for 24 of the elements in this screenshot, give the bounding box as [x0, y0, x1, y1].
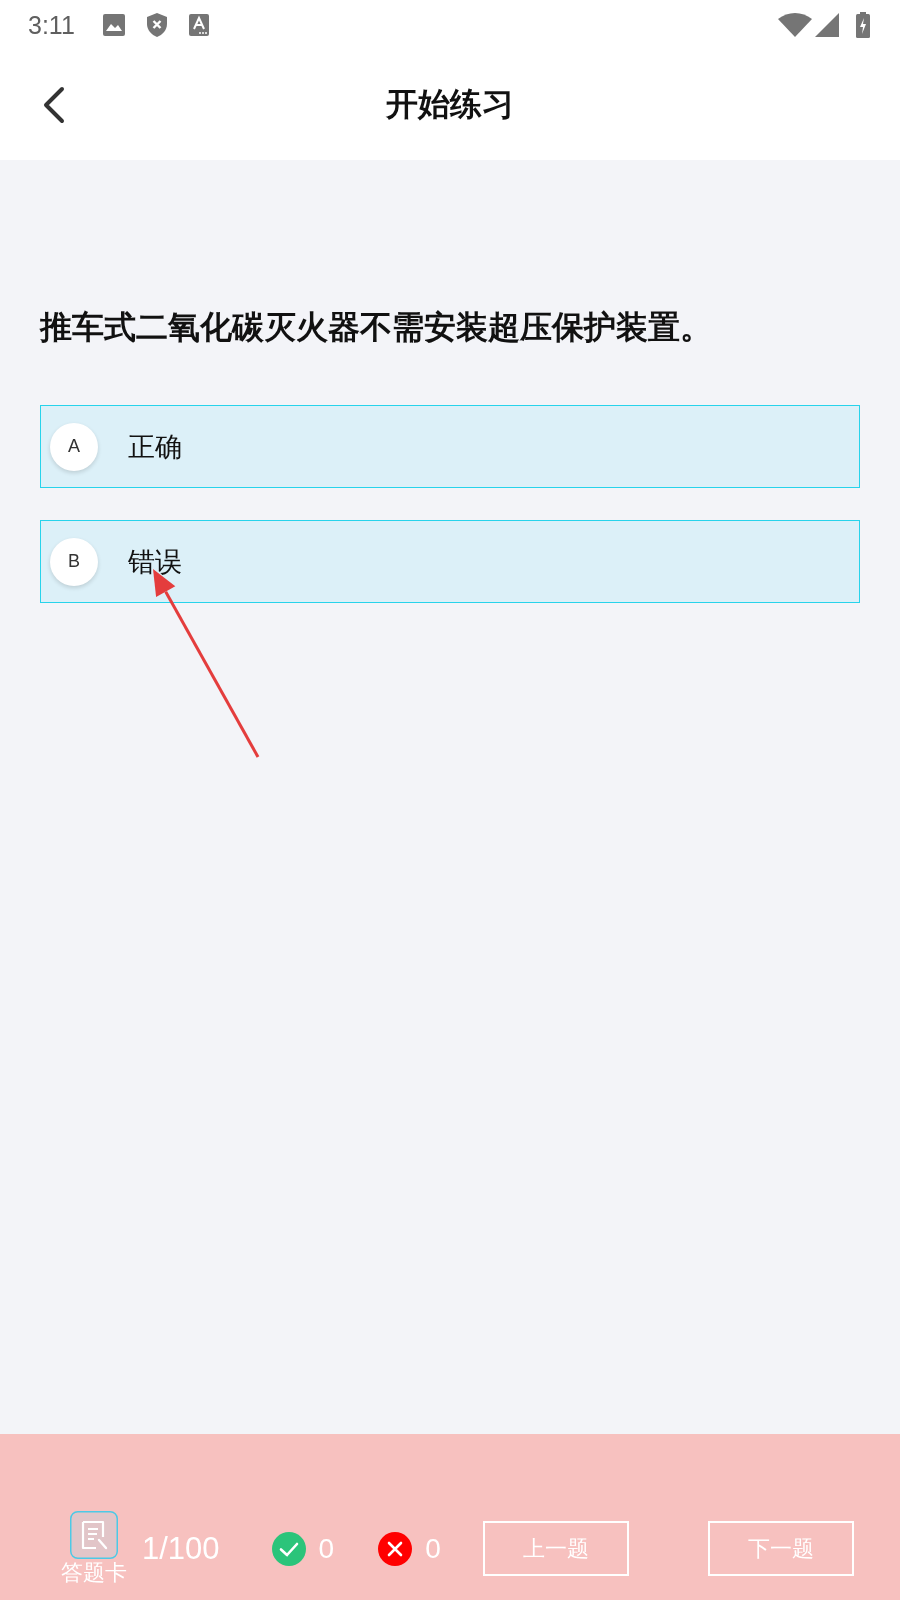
image-icon	[102, 14, 125, 36]
signal-icon	[815, 13, 839, 37]
document-icon	[70, 1510, 118, 1559]
option-letter: A	[50, 422, 98, 471]
question-text: 推车式二氧化碳灭火器不需安装超压保护装置。	[40, 309, 713, 345]
wrong-count: 0	[425, 1532, 441, 1565]
check-icon	[271, 1531, 306, 1566]
next-button[interactable]: 下一题	[707, 1521, 854, 1576]
option-text: 正确	[128, 430, 182, 464]
status-time: 3:11	[28, 10, 75, 40]
answer-card-button[interactable]: 答题卡	[58, 1510, 130, 1587]
page-title: 开始练习	[386, 85, 514, 124]
previous-button[interactable]: 上一题	[482, 1521, 629, 1576]
wifi-icon	[778, 13, 812, 37]
correct-count: 0	[318, 1532, 335, 1565]
option-letter: B	[50, 537, 98, 586]
option-text: 错误	[128, 545, 182, 579]
answer-option[interactable]: A 正确	[40, 405, 860, 488]
battery-charging-icon	[856, 12, 870, 38]
progress-text: 1/100	[142, 1530, 220, 1567]
font-icon	[188, 14, 209, 36]
cross-icon	[378, 1531, 413, 1566]
answer-option[interactable]: B 错误	[40, 520, 860, 603]
shield-icon	[146, 13, 167, 37]
